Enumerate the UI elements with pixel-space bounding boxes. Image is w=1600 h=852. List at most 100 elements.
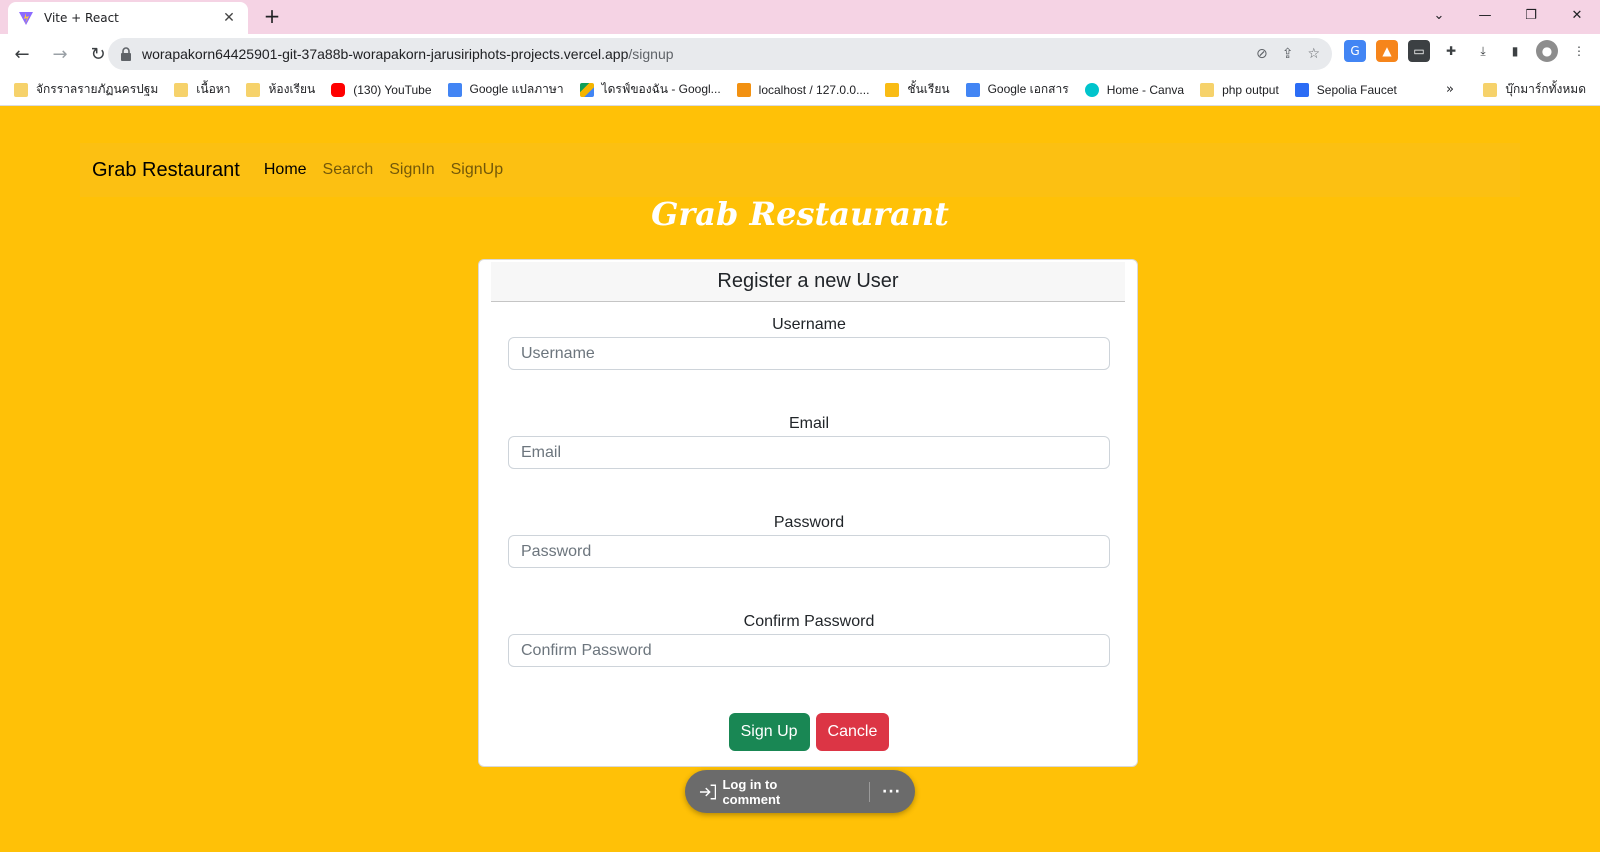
address-bar[interactable]: worapakorn64425901-git-37a88b-worapakorn… (108, 38, 1332, 70)
bookmark-label: Sepolia Faucet (1316, 82, 1397, 97)
sepolia-icon (1294, 82, 1309, 97)
bookmark-label: localhost / 127.0.0.... (758, 82, 870, 97)
folder-icon (246, 82, 261, 97)
bookmark-item[interactable]: Home - Canva (1084, 82, 1185, 97)
nav-link-signup[interactable]: SignUp (451, 161, 503, 179)
folder-icon (14, 82, 28, 97)
nav-link-signin[interactable]: SignIn (389, 161, 434, 179)
password-input[interactable] (508, 535, 1110, 568)
sidepanel-icon[interactable]: ▮ (1504, 40, 1526, 62)
bookmark-item[interactable]: php output (1200, 82, 1279, 97)
new-tab-button[interactable]: + (260, 5, 284, 27)
back-icon[interactable]: ← (6, 38, 38, 70)
close-icon[interactable]: ✕ (220, 10, 238, 26)
confirm-password-label: Confirm Password (743, 613, 875, 630)
canva-icon (1084, 82, 1099, 97)
eye-off-icon[interactable]: ⊘ (1256, 46, 1268, 62)
username-field-group: Username (508, 315, 1110, 370)
confirm-password-field-group: Confirm Password (508, 612, 1110, 667)
login-icon (699, 783, 717, 800)
username-input[interactable] (508, 337, 1110, 370)
all-bookmarks-label: บุ๊กมาร์กทั้งหมด (1505, 82, 1586, 96)
signup-button[interactable]: Sign Up (728, 713, 810, 751)
bookmark-item[interactable]: ไดรฟ์ของฉัน - Googl... (579, 80, 721, 99)
bookmark-item[interactable]: ชั้นเรียน (885, 80, 950, 99)
more-options-icon[interactable]: ··· (882, 784, 901, 800)
bookmark-label: php output (1222, 82, 1279, 97)
restore-icon[interactable]: ❐ (1508, 0, 1554, 30)
card-header: Register a new User (491, 262, 1125, 302)
tab-search-icon[interactable]: ⌄ (1416, 0, 1462, 30)
forward-icon[interactable]: → (44, 38, 76, 70)
email-field-group: Email (508, 414, 1110, 469)
translate-extension-icon[interactable]: G (1344, 40, 1366, 62)
bookmark-item[interactable]: จักรราลรายภัฏนครปฐม (14, 80, 158, 99)
tab-title: Vite + React (44, 11, 119, 25)
menu-icon[interactable]: ⋮ (1568, 40, 1590, 62)
bookmark-item[interactable]: Sepolia Faucet (1294, 82, 1397, 97)
window-controls: ⌄ — ❐ ✕ (1416, 0, 1600, 30)
password-field-group: Password (508, 513, 1110, 568)
folder-icon (1200, 82, 1215, 97)
bookmark-label: ห้องเรียน (268, 82, 316, 96)
nav-link-search[interactable]: Search (323, 161, 374, 179)
share-icon[interactable]: ⇪ (1282, 46, 1294, 62)
translate-icon (447, 82, 462, 97)
tab-bar: Vite + React ✕ + ⌄ — ❐ ✕ (0, 0, 1600, 34)
omnibox-icons: ⊘ ⇪ ☆ (1256, 46, 1320, 62)
cancel-button[interactable]: Cancle (815, 713, 890, 751)
register-card: Register a new User Username Email Passw… (478, 259, 1138, 767)
bookmark-item[interactable]: Google เอกสาร (965, 80, 1069, 99)
extension-icon[interactable]: ▭ (1408, 40, 1430, 62)
docs-icon (965, 82, 980, 97)
folder-icon (1483, 82, 1498, 97)
bookmark-label: ไดรฟ์ของฉัน - Googl... (601, 82, 721, 96)
bookmark-label: ชั้นเรียน (907, 82, 950, 96)
bookmark-label: เนื้อหา (196, 82, 231, 96)
lock-icon (121, 47, 131, 61)
email-label: Email (788, 415, 829, 432)
bookmark-item[interactable]: (130) YouTube (331, 82, 432, 97)
puzzle-icon[interactable]: ✚ (1440, 40, 1462, 62)
metamask-icon[interactable]: ▲ (1376, 40, 1398, 62)
bookmark-item[interactable]: Google แปลภาษา (447, 80, 564, 99)
youtube-icon (331, 82, 346, 97)
folder-icon (174, 82, 189, 97)
email-input[interactable] (508, 436, 1110, 469)
divider (869, 781, 871, 802)
confirm-password-input[interactable] (508, 634, 1110, 667)
phpmyadmin-icon (736, 82, 751, 97)
bookmark-item[interactable]: เนื้อหา (174, 80, 230, 99)
window-close-icon[interactable]: ✕ (1554, 0, 1600, 30)
bookmark-label: Google แปลภาษา (469, 82, 564, 96)
extensions-area: G ▲ ▭ ✚ ⤓ ▮ ● ⋮ (1344, 40, 1590, 62)
minimize-icon[interactable]: — (1462, 0, 1508, 30)
browser-tab[interactable]: Vite + React ✕ (8, 2, 248, 34)
drive-icon (579, 82, 594, 97)
form-actions: Sign Up Cancle (479, 713, 1139, 751)
classroom-icon (885, 82, 900, 97)
bookmark-label: Home - Canva (1106, 82, 1185, 97)
comment-toolbar: Log in to comment ··· (685, 770, 915, 813)
bookmarks-bar: จักรราลรายภัฏนครปฐม เนื้อหา ห้องเรียน (130)… (0, 74, 1600, 106)
vite-icon (19, 12, 33, 25)
login-to-comment-button[interactable]: Log in to comment (722, 777, 835, 807)
bookmarks-overflow-button[interactable]: » (1446, 82, 1454, 97)
password-label: Password (773, 514, 845, 531)
avatar[interactable]: ● (1536, 40, 1558, 62)
page-title: Grab Restaurant (651, 195, 949, 233)
bookmark-label: จักรราลรายภัฏนครปฐม (36, 82, 159, 96)
star-icon[interactable]: ☆ (1307, 46, 1320, 62)
bookmark-item[interactable]: localhost / 127.0.0.... (736, 82, 870, 97)
site-navbar: Grab Restaurant Home Search SignIn SignU… (80, 143, 1520, 197)
download-icon[interactable]: ⤓ (1472, 40, 1494, 62)
bookmark-label: Google เอกสาร (987, 82, 1069, 96)
username-label: Username (772, 316, 846, 333)
bookmark-item[interactable]: ห้องเรียน (246, 80, 315, 99)
all-bookmarks-button[interactable]: บุ๊กมาร์กทั้งหมด (1483, 80, 1586, 99)
nav-link-home[interactable]: Home (264, 161, 307, 179)
navbar-brand[interactable]: Grab Restaurant (92, 159, 240, 182)
url-text: worapakorn64425901-git-37a88b-worapakorn… (142, 46, 674, 62)
bookmark-label: (130) YouTube (353, 82, 432, 97)
browser-toolbar: ← → ↻ worapakorn64425901-git-37a88b-wora… (0, 34, 1600, 74)
